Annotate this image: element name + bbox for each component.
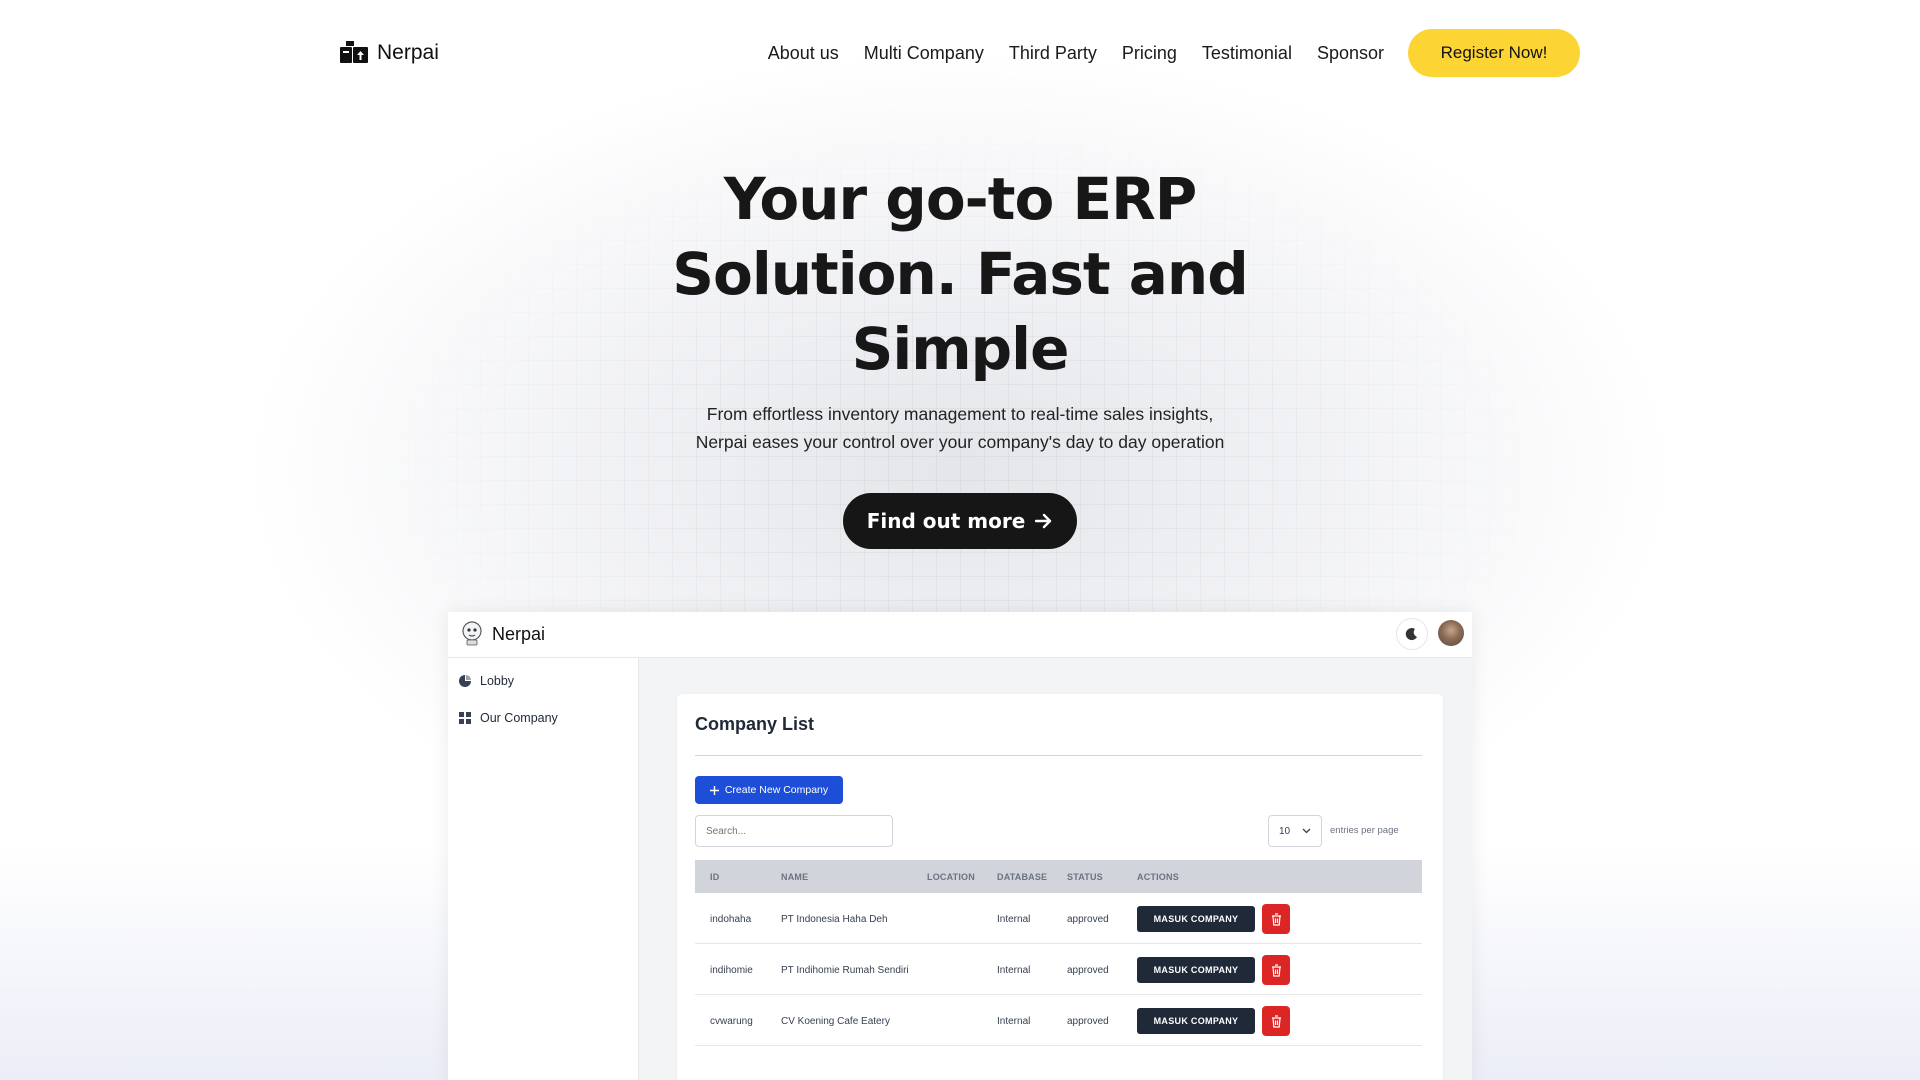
delete-button[interactable] [1262,904,1290,934]
cell-id: cvwarung [710,1016,753,1027]
cell-status: approved [1067,914,1109,925]
app-mascot-logo-icon [462,621,482,646]
find-out-more-button[interactable]: Find out more [843,493,1077,549]
table-row: indohaha PT Indonesia Haha Deh Internal … [695,893,1422,944]
cell-id: indohaha [710,914,752,925]
nav-link-testimonial[interactable]: Testimonial [1202,43,1292,64]
per-page-value: 10 [1279,825,1291,837]
company-list-card: Company List Create New Company 10 entri… [677,694,1443,1080]
nav-link-sponsor[interactable]: Sponsor [1317,43,1384,64]
nav-link-multi-company[interactable]: Multi Company [864,43,984,64]
table-header: ID NAME LOCATION DATABASE STATUS ACTIONS [695,860,1422,893]
plus-icon [709,785,719,795]
app-preview: Nerpai Lobby Our Company Company List Cr… [448,612,1472,1080]
app-main: Company List Create New Company 10 entri… [639,658,1472,1080]
app-name: Nerpai [492,624,546,644]
per-page-label: entries per page [1330,825,1399,836]
column-header-id[interactable]: ID [710,872,719,882]
brand-logo-icon [340,41,368,63]
table-row: indihomie PT Indihomie Rumah Sendiri Int… [695,944,1422,995]
app-header: Nerpai [448,612,1472,658]
register-button[interactable]: Register Now! [1408,29,1580,77]
dark-mode-toggle[interactable] [1396,618,1428,650]
create-new-company-button[interactable]: Create New Company [695,776,843,804]
masuk-company-button[interactable]: MASUK COMPANY [1137,906,1255,932]
sidebar-item-label: Lobby [480,674,515,688]
sidebar-item-lobby[interactable]: Lobby [459,674,514,688]
sidebar-item-our-company[interactable]: Our Company [459,711,558,725]
hero-subtitle-line-1: From effortless inventory management to … [706,404,1214,424]
sidebar-item-label: Our Company [480,711,558,725]
nav-right: About us Multi Company Third Party Prici… [768,29,1580,77]
brand-name: Nerpai [377,41,439,64]
nav-link-about-us[interactable]: About us [768,43,839,64]
cell-status: approved [1067,965,1109,976]
cell-name: CV Koening Cafe Eatery [781,1016,890,1027]
entries-per-page-select[interactable]: 10 [1268,815,1322,847]
cell-database: Internal [997,965,1031,976]
hero-title: Your go-to ERP Solution. Fast and Simple [672,165,1249,383]
column-header-database[interactable]: DATABASE [997,872,1047,882]
cell-name: PT Indihomie Rumah Sendiri [781,965,909,976]
cell-database: Internal [997,1016,1031,1027]
brand[interactable]: Nerpai [340,41,439,65]
cell-id: indihomie [710,965,753,976]
column-header-actions: ACTIONS [1137,872,1179,882]
app-sidebar: Lobby Our Company [448,658,639,1080]
table-row: cvwarung CV Koening Cafe Eatery Internal… [695,995,1422,1046]
masuk-company-button[interactable]: MASUK COMPANY [1137,1008,1255,1034]
delete-button[interactable] [1262,955,1290,985]
top-navbar: Nerpai About us Multi Company Third Part… [340,29,1580,77]
divider [695,755,1422,756]
pie-chart-icon [459,675,471,687]
column-header-location[interactable]: LOCATION [927,872,975,882]
create-new-company-label: Create New Company [724,784,829,796]
nav-links: About us Multi Company Third Party Prici… [768,43,1384,64]
grid-icon [459,712,471,724]
moon-icon [1405,628,1417,641]
cell-database: Internal [997,914,1031,925]
card-title: Company List [695,714,815,734]
nav-link-pricing[interactable]: Pricing [1122,43,1177,64]
search-input[interactable] [695,815,893,847]
masuk-company-button[interactable]: MASUK COMPANY [1137,957,1255,983]
chevron-down-icon [1302,828,1311,834]
hero-subtitle-line-2: Nerpai eases your control over your comp… [695,432,1225,452]
cell-name: PT Indonesia Haha Deh [781,914,888,925]
arrow-right-icon [1035,513,1052,529]
find-out-more-label: Find out more [866,509,1026,533]
column-header-status[interactable]: STATUS [1067,872,1103,882]
column-header-name[interactable]: NAME [781,872,808,882]
trash-icon [1271,1014,1281,1028]
cell-status: approved [1067,1016,1109,1027]
hero-subtitle: From effortless inventory management to … [660,400,1260,456]
nav-link-third-party[interactable]: Third Party [1009,43,1097,64]
delete-button[interactable] [1262,1006,1290,1036]
avatar[interactable] [1438,620,1464,646]
trash-icon [1271,912,1281,926]
trash-icon [1271,963,1281,977]
